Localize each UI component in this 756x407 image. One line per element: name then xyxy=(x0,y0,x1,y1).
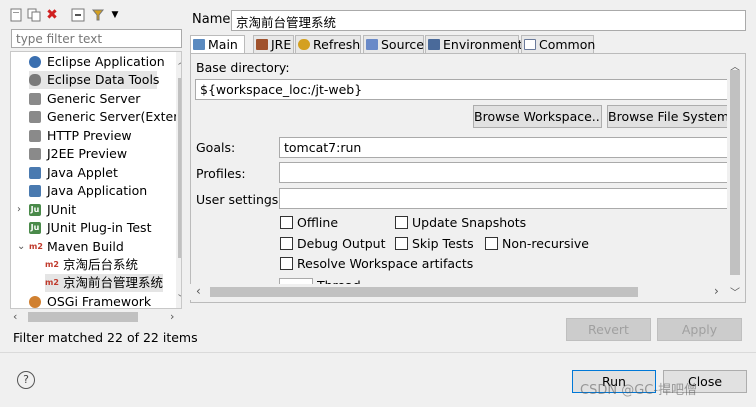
delete-icon[interactable]: ✖ xyxy=(44,7,60,23)
profiles-label: Profiles: xyxy=(196,166,246,181)
goals-label: Goals: xyxy=(196,140,236,155)
data-tools-icon xyxy=(29,74,41,86)
java-app-icon xyxy=(29,185,41,197)
collapse-all-icon[interactable] xyxy=(70,7,86,23)
jre-tab-icon xyxy=(256,39,268,50)
watermark: CSDN @GC-捍吧僧 xyxy=(580,383,698,398)
checkbox-box[interactable] xyxy=(280,257,293,270)
main-horizontal-scrollbar[interactable]: ‹ › xyxy=(190,284,727,300)
checkbox-box[interactable] xyxy=(395,216,408,229)
server-icon xyxy=(29,93,41,105)
server-icon xyxy=(29,111,41,123)
filter-status: Filter matched 22 of 22 items xyxy=(13,330,198,345)
maven-icon: m2 xyxy=(45,260,59,269)
goals-field[interactable]: tomcat7:run xyxy=(279,137,728,158)
duplicate-icon[interactable] xyxy=(26,7,42,23)
scroll-left-icon[interactable]: ‹ xyxy=(196,284,201,298)
filter-icon[interactable] xyxy=(90,7,106,23)
junit-plugin-icon: Ju xyxy=(29,222,41,234)
update-snapshots-checkbox[interactable]: Update Snapshots xyxy=(395,215,526,230)
resolve-workspace-checkbox[interactable]: Resolve Workspace artifacts xyxy=(280,256,473,271)
filter-input[interactable] xyxy=(11,29,182,48)
scroll-right-icon[interactable]: › xyxy=(714,284,719,298)
tab-refresh[interactable]: Refresh xyxy=(295,35,361,53)
junit-icon: Ju xyxy=(29,204,41,216)
source-tab-icon xyxy=(366,39,378,50)
common-tab-icon xyxy=(524,39,536,50)
scroll-down-icon[interactable]: ﹀ xyxy=(730,284,740,299)
environment-tab-icon xyxy=(428,39,440,50)
server-icon xyxy=(29,148,41,160)
eclipse-app-icon xyxy=(29,56,41,68)
offline-checkbox[interactable]: Offline xyxy=(280,215,338,230)
maven-icon: m2 xyxy=(29,242,43,251)
checkbox-box[interactable] xyxy=(485,237,498,250)
hscroll-thumb[interactable] xyxy=(210,287,638,297)
name-field[interactable]: 京淘前台管理系统 xyxy=(231,10,746,31)
scroll-right-icon[interactable]: › xyxy=(170,310,174,323)
tab-source[interactable]: Source xyxy=(363,35,424,53)
base-directory-field[interactable]: ${workspace_loc:/jt-web} xyxy=(195,79,728,100)
checkbox-box[interactable] xyxy=(280,216,293,229)
launch-config-toolbar: ✖ ▼ xyxy=(6,4,186,26)
apply-button[interactable]: Apply xyxy=(657,318,742,341)
chevron-down-icon[interactable]: ⌄ xyxy=(17,238,27,256)
main-tab-panel: Base directory: ${workspace_loc:/jt-web}… xyxy=(190,53,746,303)
revert-button[interactable]: Revert xyxy=(566,318,651,341)
new-config-icon[interactable] xyxy=(8,7,24,23)
separator xyxy=(0,352,756,353)
refresh-tab-icon xyxy=(298,39,310,50)
tab-main[interactable]: Main xyxy=(190,35,245,54)
debug-output-checkbox[interactable]: Debug Output xyxy=(280,236,386,251)
launch-config-tree: Eclipse Application Eclipse Data Tools G… xyxy=(10,51,182,309)
server-icon xyxy=(29,130,41,142)
non-recursive-checkbox[interactable]: Non-recursive xyxy=(485,236,589,251)
menu-dropdown-icon[interactable]: ▼ xyxy=(107,7,123,23)
browse-file-system-button[interactable]: Browse File System... xyxy=(607,105,733,128)
java-applet-icon xyxy=(29,167,41,179)
scroll-thumb[interactable] xyxy=(730,70,740,275)
scroll-down-icon[interactable]: ﹀ xyxy=(178,292,181,305)
skip-tests-checkbox[interactable]: Skip Tests xyxy=(395,236,474,251)
tree-item-eclipse-data-tools[interactable]: Eclipse Data Tools xyxy=(29,71,159,89)
checkbox-box[interactable] xyxy=(280,237,293,250)
tree-horizontal-scrollbar[interactable]: ‹ › xyxy=(10,309,182,325)
tree-item-jt-frontend[interactable]: m2 京淘前台管理系统 xyxy=(45,274,163,292)
scroll-up-icon[interactable]: ︿ xyxy=(178,54,181,67)
checkbox-box[interactable] xyxy=(395,237,408,250)
profiles-field[interactable] xyxy=(279,162,728,183)
tab-jre[interactable]: JRE xyxy=(253,35,294,53)
scroll-left-icon[interactable]: ‹ xyxy=(13,310,17,323)
osgi-icon xyxy=(29,296,41,308)
base-directory-label: Base directory: xyxy=(196,60,290,75)
main-tab-icon xyxy=(193,39,205,50)
tree-vertical-scrollbar[interactable]: ︿ ﹀ xyxy=(176,52,181,308)
main-vertical-scrollbar[interactable]: ︿ ﹀ xyxy=(727,58,743,301)
user-settings-field[interactable] xyxy=(279,188,728,209)
tab-environment[interactable]: Environment xyxy=(425,35,523,53)
chevron-right-icon[interactable]: › xyxy=(17,201,27,219)
tab-common[interactable]: Common xyxy=(521,35,595,53)
browse-workspace-button[interactable]: Browse Workspace... xyxy=(473,105,602,128)
help-icon[interactable]: ? xyxy=(17,371,35,389)
maven-icon: m2 xyxy=(45,278,59,287)
name-label: Name: xyxy=(192,12,235,27)
hscroll-thumb[interactable] xyxy=(28,312,138,322)
user-settings-label: User settings: xyxy=(196,192,283,207)
scroll-thumb[interactable] xyxy=(178,78,181,258)
